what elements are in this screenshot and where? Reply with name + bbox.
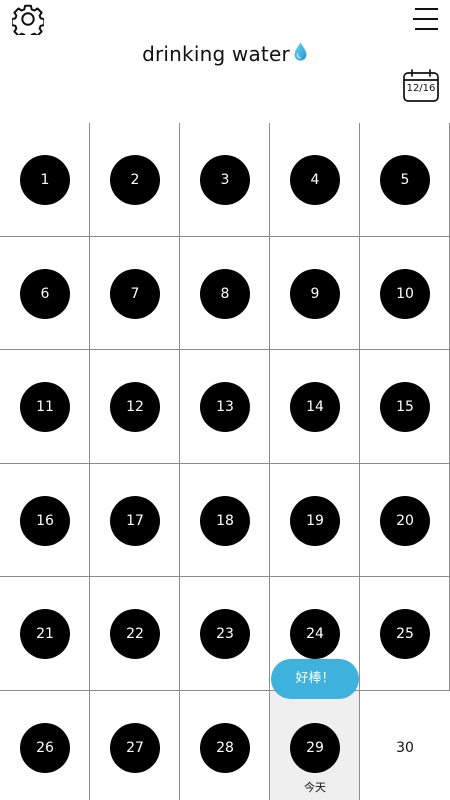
day-number: 30 <box>396 739 414 756</box>
day-cell[interactable]: 3 <box>180 123 270 237</box>
calendar-button[interactable]: 12/16 <box>402 68 440 103</box>
completed-day-circle: 5 <box>380 155 430 205</box>
today-label: 今天 <box>304 780 326 794</box>
completed-day-circle: 16 <box>20 495 70 546</box>
day-cell[interactable]: 15 <box>360 350 450 464</box>
day-cell[interactable]: 16 <box>0 463 90 577</box>
water-drop-icon <box>294 42 307 61</box>
completed-day-circle: 20 <box>380 495 430 546</box>
day-cell[interactable]: 1 <box>0 123 90 237</box>
day-cell[interactable]: 19 <box>270 463 360 577</box>
completed-day-circle: 10 <box>380 268 430 319</box>
completed-day-circle: 7 <box>110 268 160 319</box>
day-cell[interactable]: 17 <box>90 463 180 577</box>
day-cell[interactable]: 12 <box>90 350 180 464</box>
today-day-cell[interactable]: 29 今天 <box>270 690 360 800</box>
completed-day-circle: 11 <box>20 382 70 432</box>
day-cell[interactable]: 10 <box>360 236 450 350</box>
completed-day-circle: 17 <box>110 495 160 546</box>
completed-day-circle: 9 <box>290 268 340 319</box>
day-cell[interactable]: 20 <box>360 463 450 577</box>
completed-day-circle: 18 <box>200 495 250 546</box>
menu-lines-icon[interactable] <box>410 6 440 32</box>
completed-day-circle: 15 <box>380 382 430 432</box>
day-cell[interactable]: 23 <box>180 577 270 691</box>
praise-bubble: 好棒！ <box>271 659 359 699</box>
day-cell[interactable]: 21 <box>0 577 90 691</box>
day-cell[interactable]: 2 <box>90 123 180 237</box>
day-cell[interactable]: 5 <box>360 123 450 237</box>
day-cell[interactable]: 26 <box>0 690 90 800</box>
day-cell[interactable]: 28 <box>180 690 270 800</box>
completed-day-circle: 22 <box>110 609 160 659</box>
day-cell[interactable]: 8 <box>180 236 270 350</box>
future-day-cell[interactable]: 30 <box>360 690 450 800</box>
day-cell[interactable]: 11 <box>0 350 90 464</box>
title-text: drinking water <box>142 42 290 66</box>
calendar-date-label: 12/16 <box>406 83 436 94</box>
completed-day-circle: 6 <box>20 268 70 319</box>
day-cell[interactable]: 14 <box>270 350 360 464</box>
completed-day-circle: 21 <box>20 609 70 659</box>
completed-day-circle: 29 <box>290 722 340 773</box>
completed-day-circle: 27 <box>110 722 160 773</box>
day-cell[interactable]: 9 <box>270 236 360 350</box>
water-tracker-screen: drinking water 12/16 1 2 3 4 5 6 7 8 9 10 11 12 13 14… <box>0 0 450 800</box>
day-cell[interactable]: 4 <box>270 123 360 237</box>
day-cell[interactable]: 13 <box>180 350 270 464</box>
completed-day-circle: 8 <box>200 268 250 319</box>
completed-day-circle: 23 <box>200 609 250 659</box>
completed-day-circle: 3 <box>200 155 250 205</box>
day-cell[interactable]: 25 <box>360 577 450 691</box>
completed-day-circle: 12 <box>110 382 160 432</box>
completed-day-circle: 25 <box>380 609 430 659</box>
completed-day-circle: 1 <box>20 155 70 205</box>
completed-day-circle: 28 <box>200 722 250 773</box>
month-calendar-grid: 1 2 3 4 5 6 7 8 9 10 11 12 13 14 15 16 17 18 19 20 21 22 23 24 2… <box>0 123 450 800</box>
day-cell[interactable]: 6 <box>0 236 90 350</box>
completed-day-circle: 14 <box>290 382 340 432</box>
completed-day-circle: 2 <box>110 155 160 205</box>
day-cell[interactable]: 22 <box>90 577 180 691</box>
completed-day-circle: 13 <box>200 382 250 432</box>
gear-icon[interactable] <box>12 3 44 35</box>
day-cell[interactable]: 27 <box>90 690 180 800</box>
day-cell[interactable]: 7 <box>90 236 180 350</box>
completed-day-circle: 19 <box>290 495 340 546</box>
day-cell[interactable]: 18 <box>180 463 270 577</box>
completed-day-circle: 4 <box>290 155 340 205</box>
completed-day-circle: 24 <box>290 609 340 659</box>
completed-day-circle: 26 <box>20 722 70 773</box>
page-title: drinking water <box>0 39 450 69</box>
